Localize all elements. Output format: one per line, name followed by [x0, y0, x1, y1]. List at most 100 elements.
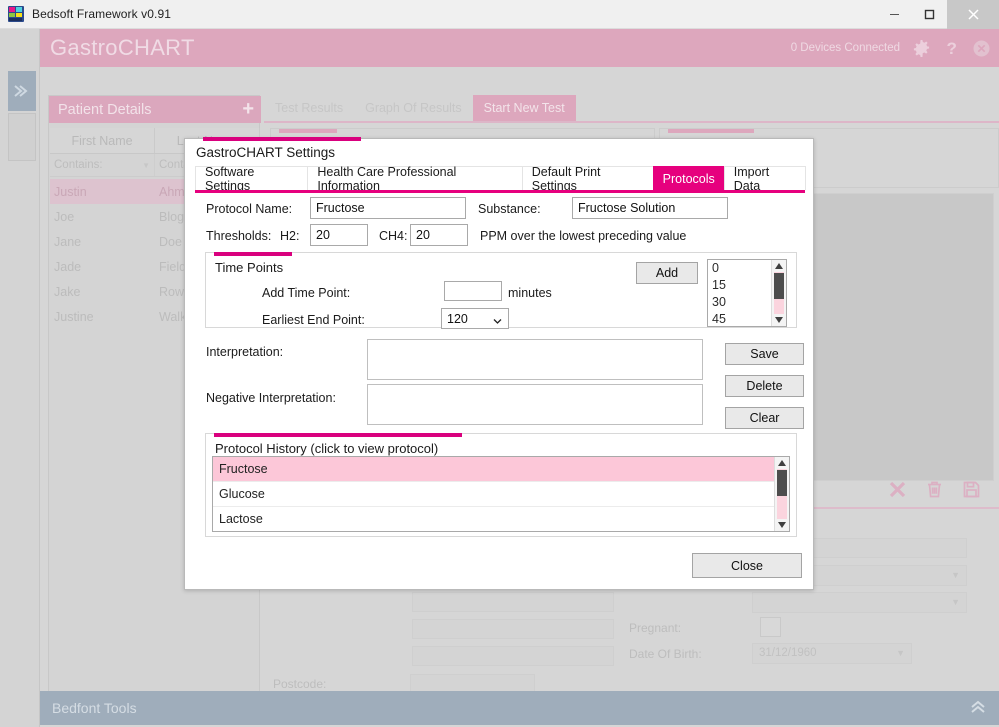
protocol-name-label: Protocol Name:: [206, 202, 293, 216]
panel-accent-bar: [668, 129, 754, 133]
tab-health-care-professional-information[interactable]: Health Care Professional Information: [307, 165, 523, 193]
dialog-title: GastroCHART Settings: [196, 145, 336, 160]
svg-text:?: ?: [947, 39, 957, 58]
thresholds-label: Thresholds:: [206, 229, 272, 243]
ghost-field[interactable]: [412, 592, 614, 612]
scroll-down-arrow-icon[interactable]: [772, 314, 786, 326]
filter-first-name[interactable]: Contains: ▼: [50, 154, 155, 176]
chevron-double-up-icon[interactable]: [969, 698, 987, 719]
app-brand: GastroCHART: [50, 35, 195, 60]
pregnant-checkbox[interactable]: [760, 617, 781, 637]
help-icon[interactable]: ?: [943, 39, 960, 58]
minimize-icon[interactable]: [877, 0, 912, 29]
clear-button[interactable]: Clear: [725, 407, 804, 429]
app-header: GastroCHART 0 Devices Connected ?: [40, 29, 999, 67]
ch4-threshold-input[interactable]: 20: [410, 224, 468, 246]
scroll-up-arrow-icon[interactable]: [772, 260, 786, 272]
dialog-tabstrip: Software Settings Health Care Profession…: [195, 165, 806, 193]
earliest-end-point-label: Earliest End Point:: [262, 313, 365, 327]
earliest-end-point-select[interactable]: 120: [441, 308, 509, 329]
protocol-history-listbox[interactable]: Fructose Glucose Lactose: [212, 456, 790, 532]
substance-input[interactable]: Fructose Solution: [572, 197, 728, 219]
scroll-down-arrow-icon[interactable]: [775, 519, 789, 531]
plus-icon[interactable]: +: [242, 99, 254, 119]
bottom-toolbar: Bedfont Tools: [40, 691, 999, 725]
left-rail: [0, 29, 40, 727]
thresholds-note: PPM over the lowest preceding value: [480, 229, 687, 243]
earliest-end-point-value: 120: [447, 312, 468, 326]
dob-select[interactable]: 31/12/1960 ▼: [752, 643, 912, 664]
tab-graph-of-results[interactable]: Graph Of Results: [354, 95, 473, 121]
bedsoft-logo-icon: [8, 6, 24, 22]
cell-first-name: Jade: [54, 259, 82, 274]
pregnant-label: Pregnant:: [629, 621, 682, 635]
ghost-select[interactable]: ▼: [752, 592, 967, 613]
substance-label: Substance:: [478, 202, 541, 216]
group-accent-bar: [214, 433, 462, 437]
scrollbar-thumb[interactable]: [774, 273, 784, 299]
add-time-point-button[interactable]: Add: [636, 262, 698, 284]
maximize-icon[interactable]: [912, 0, 947, 29]
tab-default-print-settings[interactable]: Default Print Settings: [521, 165, 654, 193]
negative-interpretation-textarea[interactable]: [367, 384, 703, 425]
save-disk-icon[interactable]: [962, 480, 981, 504]
cell-first-name: Jane: [54, 234, 82, 249]
dialog-accent-bar: [203, 137, 361, 141]
patient-details-titlebar: Patient Details +: [49, 96, 261, 123]
rail-cell: [8, 113, 36, 161]
dialog-tabstrip-underline: [195, 190, 805, 193]
close-button[interactable]: Close: [692, 553, 802, 578]
window-title: Bedsoft Framework v0.91: [32, 7, 172, 21]
tabstrip-underline: [264, 121, 999, 123]
add-time-point-input[interactable]: [444, 281, 502, 301]
postcode-label: Postcode:: [273, 677, 327, 691]
gear-icon[interactable]: [912, 39, 931, 58]
delete-trash-icon[interactable]: [925, 480, 944, 504]
protocol-history-scrollbar[interactable]: [774, 457, 789, 531]
ch4-label: CH4:: [379, 229, 408, 243]
delete-button[interactable]: Delete: [725, 375, 804, 397]
ghost-field[interactable]: [412, 646, 614, 666]
time-points-listbox[interactable]: 0 15 30 45: [707, 259, 787, 327]
save-button[interactable]: Save: [725, 343, 804, 365]
chevron-down-icon: ▼: [951, 570, 960, 580]
window-controls: [877, 0, 999, 29]
bedfont-tools-label: Bedfont Tools: [52, 700, 137, 716]
close-icon[interactable]: [947, 0, 999, 29]
tab-start-new-test[interactable]: Start New Test: [472, 95, 576, 121]
tab-test-results[interactable]: Test Results: [264, 95, 354, 121]
funnel-icon[interactable]: ▼: [142, 161, 150, 170]
cancel-x-icon[interactable]: [888, 480, 907, 504]
close-circle-icon[interactable]: [972, 39, 991, 58]
tab-protocols[interactable]: Protocols: [652, 166, 725, 190]
cell-first-name: Justin: [54, 184, 87, 199]
time-points-scrollbar[interactable]: [771, 260, 786, 326]
column-header-first-name[interactable]: First Name: [50, 128, 155, 153]
dob-label: Date Of Birth:: [629, 647, 702, 661]
devices-connected-status: 0 Devices Connected: [790, 42, 900, 54]
minutes-label: minutes: [508, 286, 552, 300]
os-window: Bedsoft Framework v0.91 GastroCHART 0 De…: [0, 0, 999, 727]
cell-first-name: Jake: [54, 284, 81, 299]
list-item[interactable]: Fructose: [213, 457, 789, 482]
list-item[interactable]: Glucose: [213, 482, 789, 507]
cell-first-name: Justine: [54, 309, 94, 324]
scrollbar-thumb[interactable]: [777, 470, 787, 496]
chevron-down-icon: ▼: [896, 648, 905, 658]
sidebar-expander-button[interactable]: [8, 71, 36, 111]
h2-threshold-input[interactable]: 20: [310, 224, 368, 246]
h2-label: H2:: [280, 229, 300, 243]
protocol-name-input[interactable]: Fructose: [310, 197, 466, 219]
interpretation-label: Interpretation:: [206, 345, 284, 359]
panel-title: Patient Details: [58, 101, 152, 118]
list-item[interactable]: Lactose: [213, 507, 789, 531]
ghost-field[interactable]: [412, 619, 614, 639]
interpretation-textarea[interactable]: [367, 339, 703, 380]
scroll-up-arrow-icon[interactable]: [775, 457, 789, 469]
tab-import-data[interactable]: Import Data: [723, 165, 806, 193]
add-time-point-label: Add Time Point:: [262, 286, 351, 300]
tab-software-settings[interactable]: Software Settings: [195, 165, 309, 193]
window-titlebar: Bedsoft Framework v0.91: [0, 0, 999, 29]
dob-value: 31/12/1960: [759, 647, 817, 659]
cell-first-name: Joe: [54, 209, 75, 224]
